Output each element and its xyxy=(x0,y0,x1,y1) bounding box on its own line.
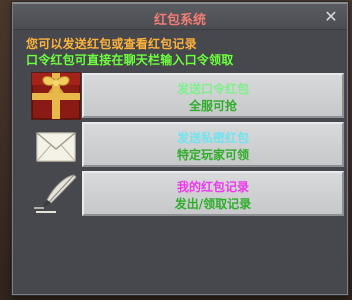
dialog-title: 红包系统 xyxy=(153,13,206,28)
gift-box-icon xyxy=(27,70,85,122)
intro-text-line2: 口令红包可直接在聊天栏输入口令领取 xyxy=(26,53,234,67)
close-button[interactable]: ✕ xyxy=(321,7,341,26)
my-red-packet-records-button[interactable]: 我的红包记录 发出/领取记录 xyxy=(82,171,344,216)
send-command-red-packet-title: 发送口令红包 xyxy=(176,82,249,96)
send-private-red-packet-button[interactable]: 发送私密红包 特定玩家可领 xyxy=(82,122,344,167)
quill-pen-icon xyxy=(27,168,85,220)
send-command-red-packet-subtitle: 全服可抢 xyxy=(188,99,237,113)
send-command-red-packet-button[interactable]: 发送口令红包 全服可抢 xyxy=(82,73,344,118)
envelope-icon xyxy=(27,121,85,173)
dialog-titlebar: 红包系统 ✕ xyxy=(13,4,347,30)
send-private-red-packet-title: 发送私密红包 xyxy=(176,131,249,145)
intro-text-line1: 您可以发送红包或查看红包记录 xyxy=(26,37,197,51)
close-icon: ✕ xyxy=(324,7,338,26)
my-red-packet-records-subtitle: 发出/领取记录 xyxy=(174,197,252,211)
send-private-red-packet-subtitle: 特定玩家可领 xyxy=(176,148,249,162)
red-packet-dialog: 红包系统 ✕ 您可以发送红包或查看红包记录 口令红包可直接在聊天栏输入口令领取 … xyxy=(12,2,348,295)
my-red-packet-records-title: 我的红包记录 xyxy=(176,180,249,194)
